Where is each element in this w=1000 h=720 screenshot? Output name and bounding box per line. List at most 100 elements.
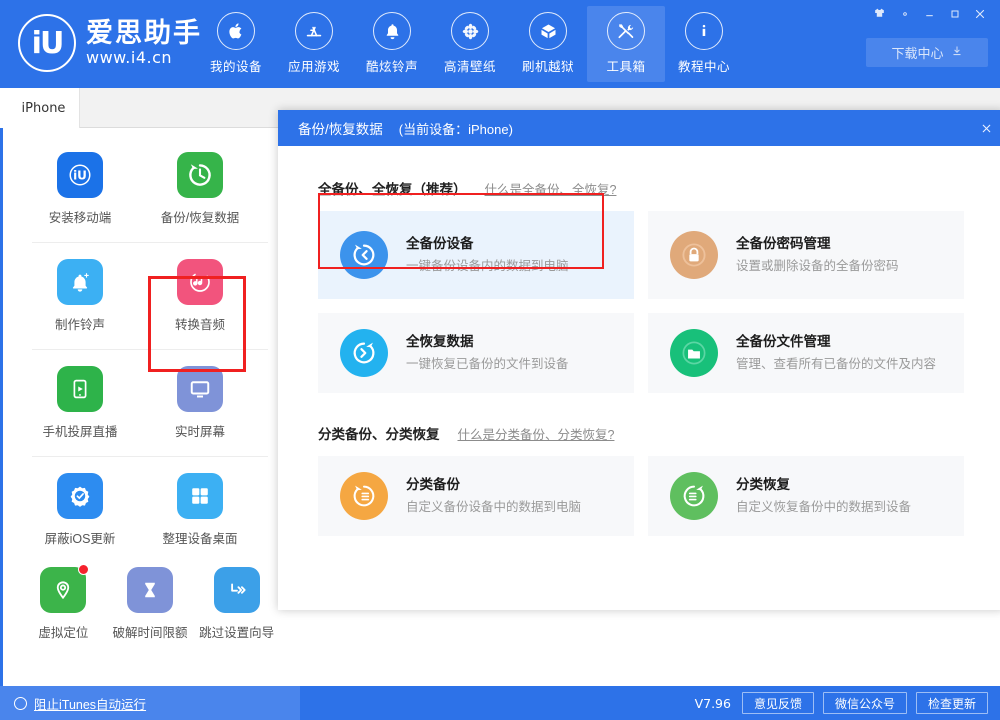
brand-url: www.i4.cn (86, 48, 202, 67)
nav-item-ringtones[interactable]: 酷炫铃声 (353, 6, 431, 82)
row-spacer (318, 299, 964, 313)
card-title: 全备份密码管理 (736, 234, 899, 254)
tool-make-ringtone[interactable]: 制作铃声 (20, 249, 140, 343)
tab-iphone[interactable]: iPhone (8, 88, 80, 128)
backup-restore-dialog: 备份/恢复数据 (当前设备：iPhone) 全备份、全恢复（推荐） 什么是全备份… (278, 110, 1000, 610)
tool-label: 虚拟定位 (38, 622, 88, 641)
dialog-subtitle: (当前设备：iPhone) (399, 119, 513, 138)
tool-block-ios-update[interactable]: 屏蔽iOS更新 (20, 463, 140, 557)
hourglass-icon (127, 567, 173, 613)
maximize-icon[interactable] (942, 3, 967, 24)
tool-label: 手机投屏直播 (42, 421, 117, 440)
brand-logo: iU 爱思助手 www.i4.cn (18, 14, 202, 72)
card-title: 全备份文件管理 (736, 332, 936, 352)
card-desc: 一键恢复已备份的文件到设备 (406, 354, 569, 374)
card-title: 分类恢复 (736, 475, 911, 495)
radio-circle-icon[interactable] (14, 697, 27, 710)
tool-label: 转换音频 (175, 314, 225, 333)
monitor-icon (177, 366, 223, 412)
card-desc: 自定义恢复备份中的数据到设备 (736, 497, 911, 517)
wechat-button[interactable]: 微信公众号 (823, 692, 907, 714)
block-itunes-toggle[interactable]: 阻止iTunes自动运行 (0, 686, 300, 720)
category-restore-icon (670, 472, 718, 520)
feedback-button[interactable]: 意见反馈 (742, 692, 814, 714)
nav-label: 工具箱 (606, 56, 645, 75)
card-category-restore[interactable]: 分类恢复 自定义恢复备份中的数据到设备 (648, 456, 964, 536)
nav-label: 酷炫铃声 (366, 56, 418, 75)
tool-install-mobile[interactable]: iU 安装移动端 (20, 142, 140, 236)
tool-virtual-location[interactable]: 虚拟定位 (20, 557, 107, 651)
nav-item-apps-games[interactable]: 应用游戏 (275, 6, 353, 82)
section-header-category-backup: 分类备份、分类恢复 什么是分类备份、分类恢复? (318, 423, 964, 443)
tool-label: 屏蔽iOS更新 (45, 528, 116, 547)
block-itunes-label[interactable]: 阻止iTunes自动运行 (34, 694, 146, 713)
tabstrip-left-edge (0, 88, 8, 128)
download-center-button[interactable]: 下载中心 (866, 38, 988, 67)
nav-label: 高清壁纸 (444, 56, 496, 75)
gear-icon[interactable] (892, 3, 917, 24)
toolbox-row: iU 安装移动端 备份/恢复数据 (20, 142, 280, 236)
tool-label: 整理设备桌面 (162, 528, 237, 547)
toolbox-divider (32, 242, 268, 243)
check-update-button[interactable]: 检查更新 (916, 692, 988, 714)
app-window: iU 爱思助手 www.i4.cn 我的设备 应用游戏 (0, 0, 1000, 720)
nav-item-toolbox[interactable]: 工具箱 (587, 6, 665, 82)
close-icon[interactable] (967, 3, 992, 24)
tool-realtime-screen[interactable]: 实时屏幕 (140, 356, 260, 450)
toolbox-grid: iU 安装移动端 备份/恢复数据 (20, 142, 280, 651)
tool-screen-cast-live[interactable]: 手机投屏直播 (20, 356, 140, 450)
nav-label: 刷机越狱 (522, 56, 574, 75)
tool-unlock-time-limit[interactable]: 破解时间限额 (107, 557, 194, 651)
dialog-close-icon[interactable] (972, 110, 1000, 146)
card-category-backup[interactable]: 分类备份 自定义备份设备中的数据到电脑 (318, 456, 634, 536)
nav-item-my-device[interactable]: 我的设备 (197, 6, 275, 82)
nav-item-wallpapers[interactable]: 高清壁纸 (431, 6, 509, 82)
nav-item-tutorials[interactable]: 教程中心 (665, 6, 743, 82)
app-header: iU 爱思助手 www.i4.cn 我的设备 应用游戏 (0, 0, 1000, 88)
section-help-link[interactable]: 什么是全备份、全恢复? (485, 179, 617, 198)
toolbox-row: 屏蔽iOS更新 整理设备桌面 (20, 463, 280, 557)
main-nav: 我的设备 应用游戏 酷炫铃声 (197, 6, 743, 82)
tool-skip-setup-wizard[interactable]: 跳过设置向导 (193, 557, 280, 651)
card-full-backup-device[interactable]: 全备份设备 一键备份设备内的数据到电脑 (318, 211, 634, 299)
new-badge-dot (78, 564, 89, 575)
backup-device-icon (340, 231, 388, 279)
music-note-icon (177, 259, 223, 305)
nav-item-flash-jailbreak[interactable]: 刷机越狱 (509, 6, 587, 82)
bell-icon (373, 12, 411, 50)
toolbox-row: 制作铃声 转换音频 (20, 249, 280, 343)
card-backup-password-manage[interactable]: 全备份密码管理 设置或删除设备的全备份密码 (648, 211, 964, 299)
version-label: V7.96 (695, 696, 731, 711)
location-pin-icon (40, 567, 86, 613)
toolbox-row: 虚拟定位 破解时间限额 (20, 557, 280, 651)
tool-label: 制作铃声 (55, 314, 105, 333)
card-backup-file-manage[interactable]: 全备份文件管理 管理、查看所有已备份的文件及内容 (648, 313, 964, 393)
ringtone-bell-icon (57, 259, 103, 305)
nav-label: 我的设备 (210, 56, 262, 75)
folder-icon (670, 329, 718, 377)
dialog-titlebar: 备份/恢复数据 (当前设备：iPhone) (278, 110, 1000, 146)
tool-convert-audio[interactable]: 转换音频 (140, 249, 260, 343)
flower-icon (451, 12, 489, 50)
backup-restore-icon (177, 152, 223, 198)
tool-label: 安装移动端 (49, 207, 112, 226)
i4-app-icon: iU (57, 152, 103, 198)
section-title: 全备份、全恢复（推荐） (318, 178, 467, 198)
grid-desktop-icon (177, 473, 223, 519)
download-arrow-icon (951, 45, 963, 60)
restore-data-icon (340, 329, 388, 377)
tool-organize-desktop[interactable]: 整理设备桌面 (140, 463, 260, 557)
logo-mark-text: iU (32, 26, 63, 61)
section-title: 分类备份、分类恢复 (318, 423, 440, 443)
appstore-icon (295, 12, 333, 50)
minimize-icon[interactable] (917, 3, 942, 24)
card-row-3: 分类备份 自定义备份设备中的数据到电脑 分类恢复 自定义恢复 (318, 456, 964, 536)
dialog-body: 全备份、全恢复（推荐） 什么是全备份、全恢复? 全备份设备 一键备份设备内的数据 (278, 146, 1000, 536)
skin-icon[interactable] (867, 3, 892, 24)
card-full-restore-data[interactable]: 全恢复数据 一键恢复已备份的文件到设备 (318, 313, 634, 393)
tool-backup-restore[interactable]: 备份/恢复数据 (140, 142, 260, 236)
download-center-label: 下载中心 (891, 43, 943, 62)
logo-mark-icon: iU (18, 14, 76, 72)
section-help-link[interactable]: 什么是分类备份、分类恢复? (458, 424, 615, 443)
section-header-full-backup: 全备份、全恢复（推荐） 什么是全备份、全恢复? (318, 178, 964, 198)
